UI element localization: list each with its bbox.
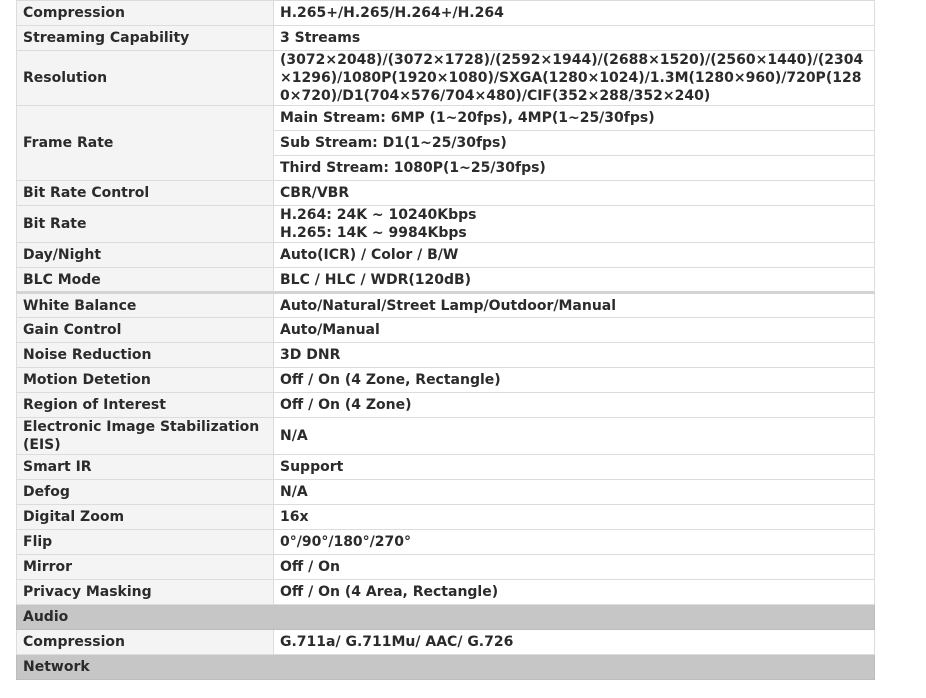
spec-value: Off / On (4 Zone, Rectangle) <box>273 367 875 393</box>
spec-value: Off / On (4 Zone) <box>273 392 875 418</box>
spec-label: Streaming Capability <box>16 25 274 51</box>
spec-value: CBR/VBR <box>273 180 875 206</box>
spec-row-audio-compression: Compression G.711a/ G.711Mu/ AAC/ G.726 <box>16 629 875 655</box>
spec-value: 3 Streams <box>273 25 875 51</box>
spec-value: H.265+/H.265/H.264+/H.264 <box>273 0 875 26</box>
spec-row-noise-reduction: Noise Reduction 3D DNR <box>16 342 875 368</box>
spec-label: Region of Interest <box>16 392 274 418</box>
spec-label: Bit Rate Control <box>16 180 274 206</box>
spec-label: Bit Rate <box>16 205 274 243</box>
section-title: Audio <box>16 604 875 630</box>
spec-row-bit-rate-control: Bit Rate Control CBR/VBR <box>16 180 875 206</box>
spec-value: Auto/Manual <box>273 317 875 343</box>
spec-label: Compression <box>16 0 274 26</box>
section-header-audio: Audio <box>16 604 875 630</box>
spec-table: Compression H.265+/H.265/H.264+/H.264 St… <box>16 0 875 680</box>
spec-row-day-night: Day/Night Auto(ICR) / Color / B/W <box>16 242 875 268</box>
spec-value: Support <box>273 454 875 480</box>
spec-row-digital-zoom: Digital Zoom 16x <box>16 504 875 530</box>
spec-label: Smart IR <box>16 454 274 480</box>
spec-label: White Balance <box>16 291 274 318</box>
spec-row-bit-rate: Bit Rate H.264: 24K ~ 10240Kbps H.265: 1… <box>16 205 875 243</box>
spec-row-privacy-masking: Privacy Masking Off / On (4 Area, Rectan… <box>16 579 875 605</box>
spec-label: Noise Reduction <box>16 342 274 368</box>
spec-label: Electronic Image Stabilization (EIS) <box>16 417 274 455</box>
spec-label: Defog <box>16 479 274 505</box>
spec-value: N/A <box>273 479 875 505</box>
spec-row-mirror: Mirror Off / On <box>16 554 875 580</box>
spec-row-resolution: Resolution (3072×2048)/(3072×1728)/(2592… <box>16 50 875 106</box>
spec-value-line: H.265: 14K ~ 9984Kbps <box>280 225 467 241</box>
spec-row-blc-mode: BLC Mode BLC / HLC / WDR(120dB) <box>16 267 875 293</box>
spec-value: 3D DNR <box>273 342 875 368</box>
section-title: Network <box>16 654 875 680</box>
spec-row-eis: Electronic Image Stabilization (EIS) N/A <box>16 417 875 455</box>
spec-row-white-balance: White Balance Auto/Natural/Street Lamp/O… <box>16 291 875 318</box>
spec-row-region-of-interest: Region of Interest Off / On (4 Zone) <box>16 392 875 418</box>
spec-label: Digital Zoom <box>16 504 274 530</box>
spec-row-defog: Defog N/A <box>16 479 875 505</box>
spec-value: N/A <box>273 417 875 455</box>
spec-label: BLC Mode <box>16 267 274 293</box>
spec-value: Off / On (4 Area, Rectangle) <box>273 579 875 605</box>
spec-label: Frame Rate <box>16 105 274 181</box>
spec-value: Main Stream: 6MP (1~20fps), 4MP(1~25/30f… <box>273 105 875 131</box>
spec-value: (3072×2048)/(3072×1728)/(2592×1944)/(268… <box>273 50 875 106</box>
section-header-network: Network <box>16 654 875 680</box>
spec-label: Privacy Masking <box>16 579 274 605</box>
spec-label: Flip <box>16 529 274 555</box>
spec-row-frame-rate: Frame Rate Main Stream: 6MP (1~20fps), 4… <box>16 105 875 181</box>
spec-value: Auto/Natural/Street Lamp/Outdoor/Manual <box>273 291 875 318</box>
spec-value: 0°/90°/180°/270° <box>273 529 875 555</box>
spec-value: G.711a/ G.711Mu/ AAC/ G.726 <box>273 629 875 655</box>
spec-label: Resolution <box>16 50 274 106</box>
spec-label: Gain Control <box>16 317 274 343</box>
spec-row-motion-detection: Motion Detetion Off / On (4 Zone, Rectan… <box>16 367 875 393</box>
spec-row-gain-control: Gain Control Auto/Manual <box>16 317 875 343</box>
spec-value: Third Stream: 1080P(1~25/30fps) <box>273 155 875 181</box>
spec-row-smart-ir: Smart IR Support <box>16 454 875 480</box>
spec-row-compression: Compression H.265+/H.265/H.264+/H.264 <box>16 0 875 26</box>
spec-label: Mirror <box>16 554 274 580</box>
spec-row-flip: Flip 0°/90°/180°/270° <box>16 529 875 555</box>
spec-value: Sub Stream: D1(1~25/30fps) <box>273 130 875 156</box>
spec-value: Auto(ICR) / Color / B/W <box>273 242 875 268</box>
spec-value-line: H.264: 24K ~ 10240Kbps <box>280 207 477 223</box>
spec-label: Motion Detetion <box>16 367 274 393</box>
spec-label: Day/Night <box>16 242 274 268</box>
spec-value: H.264: 24K ~ 10240Kbps H.265: 14K ~ 9984… <box>273 205 875 243</box>
spec-label: Compression <box>16 629 274 655</box>
spec-value: BLC / HLC / WDR(120dB) <box>273 267 875 293</box>
spec-row-streaming-capability: Streaming Capability 3 Streams <box>16 25 875 51</box>
spec-value: Off / On <box>273 554 875 580</box>
spec-value: 16x <box>273 504 875 530</box>
